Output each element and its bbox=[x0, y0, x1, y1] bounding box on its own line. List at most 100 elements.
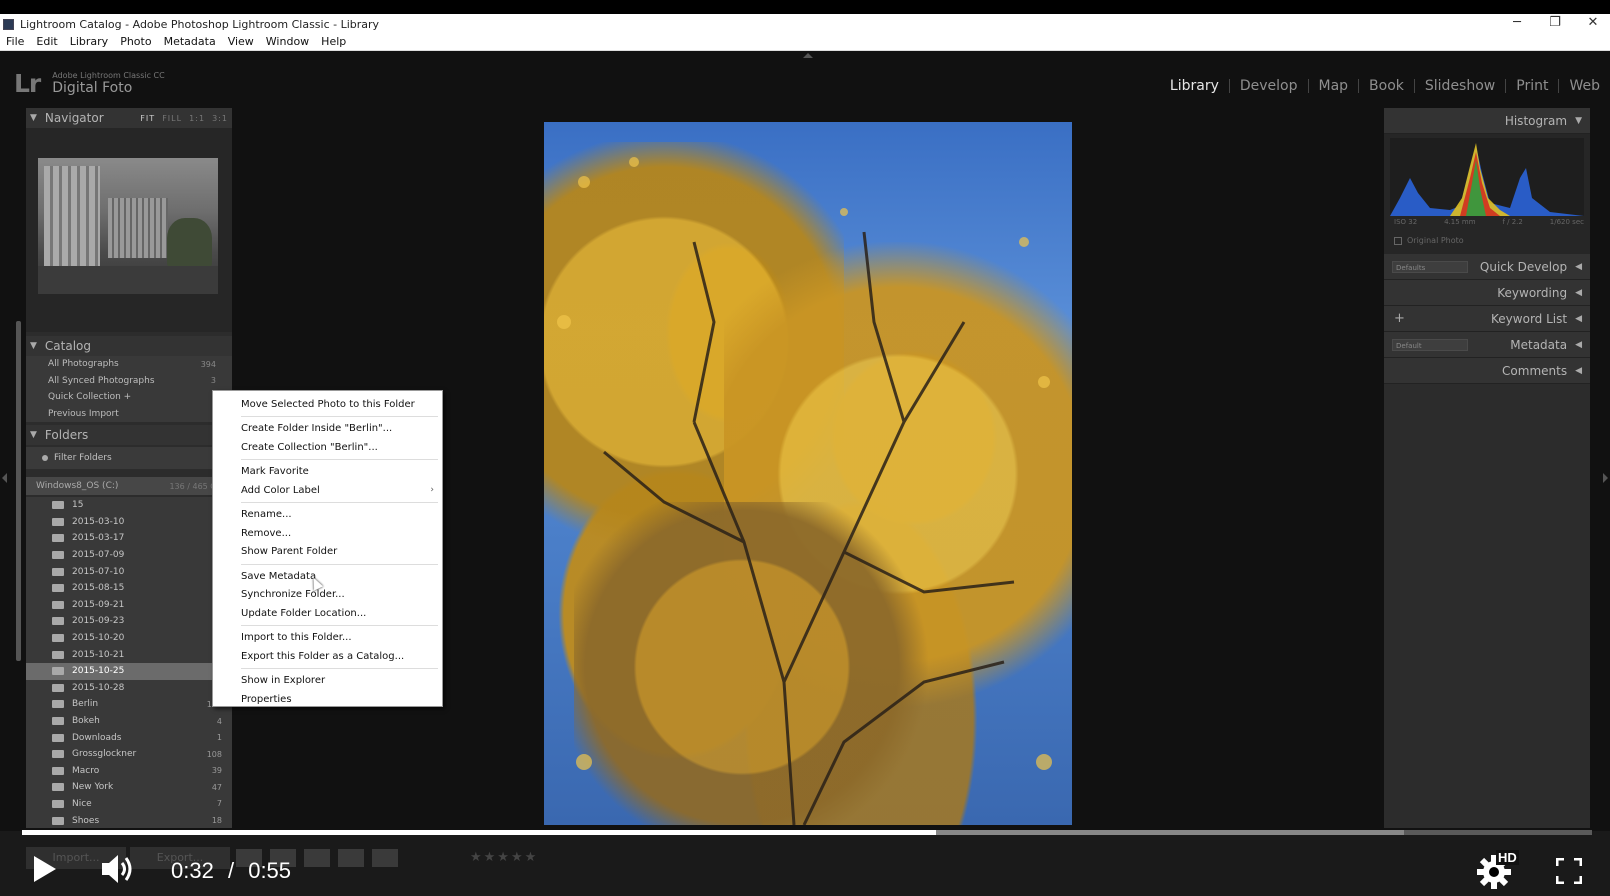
context-menu-item[interactable]: Move Selected Photo to this Folder bbox=[213, 395, 442, 414]
comments-header[interactable]: Comments ◀ bbox=[1384, 358, 1590, 384]
catalog-header[interactable]: ▼ Catalog bbox=[26, 336, 232, 356]
folder-item[interactable]: 2015-09-21 bbox=[26, 596, 232, 614]
metadata-header[interactable]: Default Metadata ◀ bbox=[1384, 332, 1590, 358]
folder-item[interactable]: Berlin103 bbox=[26, 696, 232, 713]
navigator-preview[interactable] bbox=[26, 128, 232, 332]
module-book[interactable]: Book bbox=[1358, 79, 1414, 93]
folder-item[interactable]: New York 47 bbox=[26, 779, 232, 796]
volume-icon[interactable] bbox=[100, 852, 136, 886]
collapse-triangle-icon[interactable]: ▼ bbox=[1575, 116, 1582, 126]
original-photo-checkbox[interactable]: Original Photo bbox=[1394, 236, 1464, 245]
catalog-item[interactable]: All Photographs 394 bbox=[26, 356, 232, 373]
expand-triangle-icon[interactable]: ◀ bbox=[1575, 366, 1582, 376]
context-menu-item[interactable]: Import to this Folder... bbox=[213, 629, 442, 648]
folder-item[interactable]: 2015-08-15 bbox=[26, 579, 232, 597]
folder-icon bbox=[52, 517, 64, 526]
zoom-3-1[interactable]: 3:1 bbox=[212, 114, 228, 123]
expand-triangle-icon[interactable]: ◀ bbox=[1575, 314, 1582, 324]
folders-header[interactable]: ▼ Folders – bbox=[26, 425, 232, 445]
video-progress-bar[interactable] bbox=[22, 830, 1592, 835]
quick-develop-preset-select[interactable]: Defaults bbox=[1392, 260, 1468, 273]
module-library[interactable]: Library bbox=[1160, 79, 1229, 93]
folder-item[interactable]: Shoes 18 bbox=[26, 812, 232, 828]
module-develop[interactable]: Develop bbox=[1228, 79, 1308, 93]
catalog-item[interactable]: Quick Collection + bbox=[26, 389, 232, 406]
add-keyword-icon[interactable]: + bbox=[1384, 311, 1405, 326]
folder-item[interactable]: Grossglockner 108 bbox=[26, 745, 232, 763]
left-panel-scrollbar[interactable] bbox=[16, 321, 21, 661]
context-menu-item[interactable]: Create Collection "Berlin"... bbox=[213, 438, 442, 457]
module-map[interactable]: Map bbox=[1307, 79, 1359, 93]
context-menu-item[interactable]: Mark Favorite bbox=[213, 463, 442, 482]
top-panel-toggle-icon[interactable] bbox=[803, 53, 813, 58]
folder-item[interactable]: Nice 7 bbox=[26, 795, 232, 813]
context-menu-item[interactable]: Update Folder Location... bbox=[213, 604, 442, 623]
folder-item[interactable]: 2015-03-17 bbox=[26, 530, 232, 547]
menu-file[interactable]: File bbox=[0, 34, 30, 50]
minimize-button[interactable]: ─ bbox=[1502, 14, 1532, 34]
context-menu-item[interactable]: Show in Explorer bbox=[213, 672, 442, 691]
expand-triangle-icon[interactable]: ◀ bbox=[1575, 340, 1582, 350]
catalog-item[interactable]: Previous Import bbox=[26, 405, 232, 422]
menu-library[interactable]: Library bbox=[64, 34, 114, 50]
navigator-title: Navigator bbox=[44, 111, 104, 125]
volume-row[interactable]: Windows8_OS (C:) 136 / 465 GB bbox=[26, 477, 232, 495]
menu-edit[interactable]: Edit bbox=[30, 34, 63, 50]
metadata-preset-select[interactable]: Default bbox=[1392, 338, 1468, 351]
histogram-header[interactable]: Histogram ▼ bbox=[1384, 108, 1590, 134]
folder-item[interactable]: 2015-10-21 bbox=[26, 646, 232, 663]
keywording-header[interactable]: Keywording ◀ bbox=[1384, 280, 1590, 306]
menu-metadata[interactable]: Metadata bbox=[158, 34, 222, 50]
folder-item[interactable]: 2015-10-28 bbox=[26, 679, 232, 697]
close-button[interactable]: ✕ bbox=[1578, 14, 1608, 34]
fullscreen-icon[interactable] bbox=[1556, 858, 1582, 884]
left-panel-toggle-icon[interactable] bbox=[2, 473, 7, 483]
collapse-triangle-icon[interactable]: ▼ bbox=[30, 341, 37, 351]
zoom-fill[interactable]: FILL bbox=[162, 114, 182, 123]
folder-item[interactable]: 2015-09-23 bbox=[26, 613, 232, 630]
module-print[interactable]: Print bbox=[1505, 79, 1558, 93]
folder-item[interactable]: 2015-07-09 bbox=[26, 546, 232, 564]
folder-item[interactable]: 2015-10-25 bbox=[26, 662, 232, 680]
right-panel-toggle-icon[interactable] bbox=[1603, 473, 1608, 483]
folder-item[interactable]: 15 bbox=[26, 497, 232, 514]
folder-item[interactable]: Macro 39 bbox=[26, 762, 232, 780]
context-menu-item[interactable]: Remove... bbox=[213, 524, 442, 543]
collapse-triangle-icon[interactable]: ▼ bbox=[30, 430, 37, 440]
folder-item[interactable]: Bokeh 4 bbox=[26, 712, 232, 730]
folder-item[interactable]: 2015-10-20 bbox=[26, 629, 232, 647]
menu-photo[interactable]: Photo bbox=[114, 34, 157, 50]
expand-triangle-icon[interactable]: ◀ bbox=[1575, 288, 1582, 298]
lightroom-app-icon bbox=[3, 18, 14, 30]
menu-window[interactable]: Window bbox=[260, 34, 315, 50]
context-menu-item[interactable]: Save Metadata bbox=[213, 567, 442, 586]
folder-item[interactable]: Downloads 1 bbox=[26, 729, 232, 746]
menu-view[interactable]: View bbox=[222, 34, 260, 50]
keyword-list-header[interactable]: + Keyword List ◀ bbox=[1384, 306, 1590, 332]
navigator-header[interactable]: ▼ Navigator FIT FILL 1:1 3:1 bbox=[26, 108, 232, 128]
context-menu-item[interactable]: Show Parent Folder bbox=[213, 543, 442, 562]
folder-item[interactable]: 2015-03-10 bbox=[26, 513, 232, 531]
folder-icon bbox=[52, 799, 64, 808]
context-menu-item[interactable]: Create Folder Inside "Berlin"... bbox=[213, 420, 442, 439]
collapse-triangle-icon[interactable]: ▼ bbox=[30, 113, 37, 123]
quick-develop-header[interactable]: Defaults Quick Develop ◀ bbox=[1384, 254, 1590, 280]
context-menu-item[interactable]: Add Color Label › bbox=[213, 481, 442, 500]
filter-folders-input[interactable]: Filter Folders bbox=[26, 447, 232, 469]
context-menu-item[interactable]: Rename... bbox=[213, 506, 442, 525]
main-photo[interactable] bbox=[544, 122, 1072, 825]
folder-item[interactable]: 2015-07-10 bbox=[26, 563, 232, 580]
zoom-fit[interactable]: FIT bbox=[140, 114, 155, 123]
tree-branches bbox=[557, 157, 1052, 825]
context-menu-item[interactable]: Synchronize Folder... bbox=[213, 586, 442, 605]
module-web[interactable]: Web bbox=[1558, 79, 1610, 93]
context-menu-item[interactable]: Export this Folder as a Catalog... bbox=[213, 647, 442, 666]
play-icon[interactable] bbox=[34, 856, 56, 882]
menu-help[interactable]: Help bbox=[315, 34, 352, 50]
expand-triangle-icon[interactable]: ◀ bbox=[1575, 262, 1582, 272]
context-menu-item[interactable]: Properties bbox=[213, 690, 442, 709]
zoom-1-1[interactable]: 1:1 bbox=[189, 114, 205, 123]
catalog-item[interactable]: All Synced Photographs 3 bbox=[26, 372, 232, 389]
restore-button[interactable]: ❐ bbox=[1540, 14, 1570, 34]
module-slideshow[interactable]: Slideshow bbox=[1413, 79, 1505, 93]
